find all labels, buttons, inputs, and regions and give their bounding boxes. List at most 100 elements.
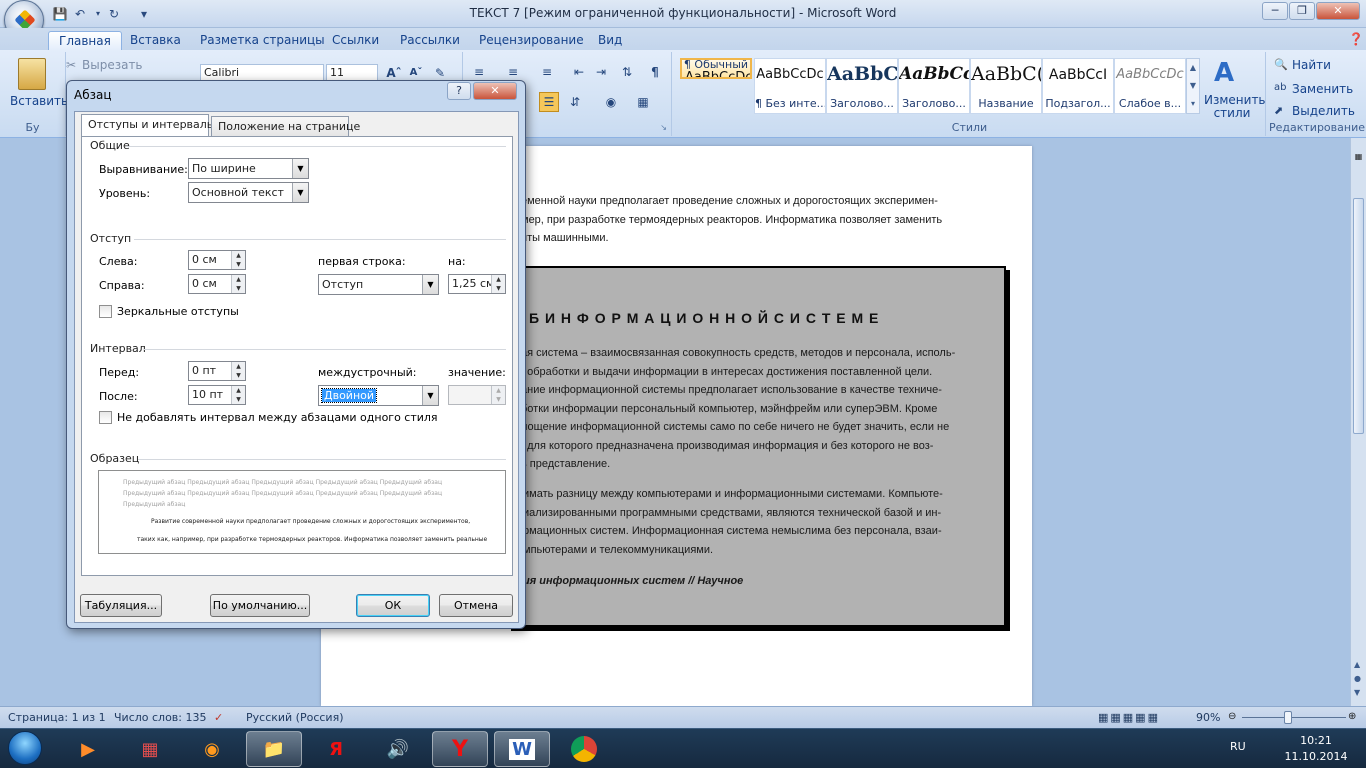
clock-time[interactable]: 10:21 <box>1286 734 1346 747</box>
save-icon[interactable]: 💾 <box>52 6 68 22</box>
ruler-toggle-icon[interactable]: ▦ <box>1353 152 1364 163</box>
change-styles-icon[interactable]: A <box>1214 58 1234 88</box>
numbering-icon[interactable]: ≡ <box>503 62 523 82</box>
bordered-text-frame[interactable]: Б И Н Ф О Р М А Ц И О Н Н О Й С И С Т Е … <box>507 266 1006 627</box>
paragraph-dialog-launcher-icon[interactable]: ↘ <box>660 123 667 132</box>
mirror-indents-checkbox[interactable] <box>99 305 112 318</box>
decrease-indent-icon[interactable]: ⇤ <box>569 62 589 82</box>
style-subtitle[interactable]: AaBbCcI Подзагол... <box>1042 58 1114 114</box>
indent-left-spinner[interactable]: 0 см ▲ ▼ <box>188 250 246 270</box>
spinner-arrows-icon[interactable]: ▲ ▼ <box>231 362 245 380</box>
ok-button[interactable]: ОК <box>356 594 430 617</box>
style-heading-1[interactable]: AaBbC(Заголово... <box>826 58 898 114</box>
style-normal[interactable]: AaBbCcDc ¶ Обычный <box>680 58 752 79</box>
tab-review[interactable]: Рецензирование <box>469 31 594 50</box>
view-buttons[interactable]: ▦▦▦▦▦ <box>1098 711 1160 724</box>
sort-icon[interactable]: ⇅ <box>617 62 637 82</box>
zoom-level[interactable]: 90% <box>1196 711 1220 724</box>
start-button[interactable] <box>2 729 48 768</box>
zoom-out-icon[interactable]: ⊖ <box>1228 711 1236 722</box>
tab-view[interactable]: Вид <box>588 31 632 50</box>
minimize-button[interactable]: ─ <box>1262 2 1288 20</box>
redo-icon[interactable]: ↻ <box>106 6 122 22</box>
indent-by-spinner[interactable]: 1,25 см ▲ ▼ <box>448 274 506 294</box>
paste-button[interactable]: Вставить <box>10 94 68 108</box>
find-icon[interactable]: 🔍 <box>1274 58 1288 71</box>
ribbon-help-icon[interactable]: ❓ <box>1346 29 1366 49</box>
level-select[interactable]: Основной текст ▼ <box>188 182 309 203</box>
spacing-at-spinner[interactable]: ▲ ▼ <box>448 385 506 405</box>
clock-date[interactable]: 11.10.2014 <box>1280 750 1352 763</box>
no-space-same-style-checkbox[interactable] <box>99 411 112 424</box>
customize-icon[interactable]: ▾ <box>136 6 152 22</box>
tab-home[interactable]: Главная <box>48 31 122 50</box>
increase-indent-icon[interactable]: ⇥ <box>591 62 611 82</box>
word-icon[interactable]: W <box>494 731 550 767</box>
tab-indents-spacing[interactable]: Отступы и интервалы <box>81 114 216 138</box>
cancel-button[interactable]: Отмена <box>439 594 513 617</box>
spinner-arrows-icon[interactable]: ▲ ▼ <box>491 386 505 404</box>
bullets-icon[interactable]: ≡ <box>469 62 489 82</box>
indent-right-spinner[interactable]: 0 см ▲ ▼ <box>188 274 246 294</box>
dialog-close-button[interactable]: ✕ <box>473 82 517 100</box>
paste-icon[interactable] <box>18 58 46 90</box>
undo-icon[interactable]: ↶ <box>72 6 88 22</box>
close-button[interactable]: ✕ <box>1316 2 1360 20</box>
firefox-icon[interactable]: ◉ <box>184 731 240 767</box>
tab-mailings[interactable]: Рассылки <box>390 31 470 50</box>
change-styles-button[interactable]: Изменить стили <box>1204 94 1266 120</box>
volume-app-icon[interactable]: 🔊 <box>370 731 426 767</box>
line-spacing-icon[interactable]: ⇵ <box>565 92 585 112</box>
shading-icon[interactable]: ◉ <box>601 92 621 112</box>
paragraph-intro[interactable]: еменной науки предполагает проведение сл… <box>521 192 1001 248</box>
space-after-spinner[interactable]: 10 пт ▲ ▼ <box>188 385 246 405</box>
cut-icon[interactable]: ✂ <box>66 58 76 72</box>
explorer-icon[interactable]: 📁 <box>246 731 302 767</box>
yandex-browser-icon[interactable]: Y <box>432 731 488 767</box>
alignment-select[interactable]: По ширине ▼ <box>188 158 309 179</box>
chevron-down-icon[interactable]: ▼ <box>422 275 438 294</box>
media-player-icon[interactable]: ▶ <box>60 731 116 767</box>
borders-icon[interactable]: ▦ <box>633 92 653 112</box>
maximize-button[interactable]: ❐ <box>1289 2 1315 20</box>
select-button[interactable]: Выделить <box>1292 104 1355 118</box>
find-button[interactable]: Найти <box>1292 58 1331 72</box>
tab-page-layout[interactable]: Разметка страницы <box>190 31 335 50</box>
dialog-help-button[interactable]: ? <box>447 82 471 100</box>
zoom-slider-thumb[interactable] <box>1284 711 1292 724</box>
select-icon[interactable]: ⬈ <box>1274 104 1283 117</box>
paint-icon[interactable]: ▦ <box>122 731 178 767</box>
word-count[interactable]: Число слов: 135 <box>114 711 207 724</box>
style-title[interactable]: AaBbC(Название <box>970 58 1042 114</box>
dialog-titlebar[interactable]: Абзац ? ✕ <box>67 81 525 107</box>
chrome-icon[interactable] <box>556 731 612 767</box>
chevron-down-icon[interactable]: ▼ <box>292 159 308 178</box>
spelling-check-icon[interactable]: ✓ <box>214 711 223 724</box>
spinner-arrows-icon[interactable]: ▲ ▼ <box>231 251 245 269</box>
tab-line-page-breaks[interactable]: Положение на странице <box>211 116 360 138</box>
set-default-button[interactable]: По умолчанию... <box>210 594 310 617</box>
page-count[interactable]: Страница: 1 из 1 <box>8 711 106 724</box>
styles-scroll[interactable]: ▲ ▼ ▾ <box>1186 58 1200 114</box>
yandex-icon[interactable]: Я <box>308 731 364 767</box>
tab-references[interactable]: Ссылки <box>322 31 389 50</box>
tabs-button[interactable]: Табуляция... <box>80 594 162 617</box>
zoom-slider[interactable]: ⊖ ⊕ <box>1228 711 1360 725</box>
replace-button[interactable]: Заменить <box>1292 82 1353 96</box>
chevron-down-icon[interactable]: ▼ <box>422 386 438 405</box>
space-before-spinner[interactable]: 0 пт ▲ ▼ <box>188 361 246 381</box>
justify-icon[interactable]: ☰ <box>539 92 559 112</box>
cut-button[interactable]: Вырезать <box>82 58 143 72</box>
zoom-in-icon[interactable]: ⊕ <box>1348 711 1356 722</box>
vertical-scrollbar[interactable]: ▦ ▲ ● ▼ <box>1350 138 1366 706</box>
replace-icon[interactable]: ab <box>1274 82 1286 93</box>
pilcrow-icon[interactable]: ¶ <box>645 62 665 82</box>
chevron-down-icon[interactable]: ▼ <box>292 183 308 202</box>
keyboard-language[interactable]: RU <box>1230 740 1246 753</box>
line-spacing-select[interactable]: Двойной ▼ <box>318 385 439 406</box>
style-subtle-emphasis[interactable]: AaBbCcDc Слабое в... <box>1114 58 1186 114</box>
first-line-select[interactable]: Отступ ▼ <box>318 274 439 295</box>
style-no-spacing[interactable]: AaBbCcDc ¶ Без инте... <box>754 58 826 114</box>
undo-dropdown-icon[interactable]: ▾ <box>90 6 106 22</box>
spinner-arrows-icon[interactable]: ▲ ▼ <box>491 275 505 293</box>
